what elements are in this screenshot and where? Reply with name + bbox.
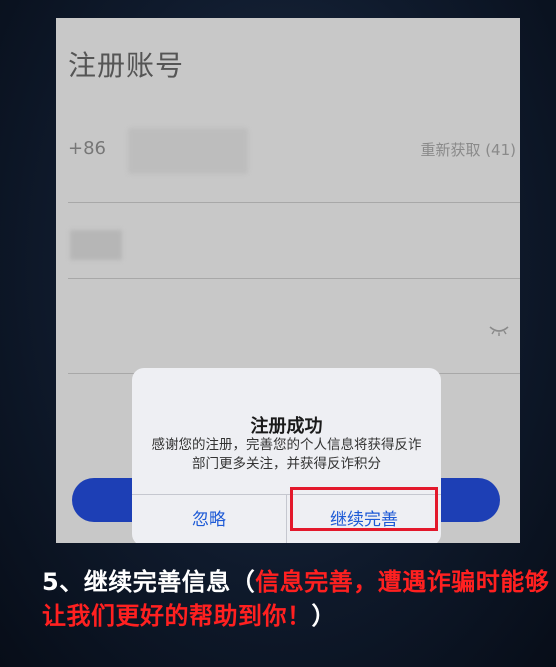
phone-number-field[interactable] — [128, 128, 248, 174]
resend-code-button[interactable]: 重新获取 (41) — [420, 139, 516, 160]
divider — [68, 278, 520, 279]
country-code[interactable]: +86 — [68, 138, 106, 159]
ignore-button[interactable]: 忽略 — [132, 494, 286, 543]
page-title: 注册账号 — [68, 49, 185, 82]
caption-closing: ） — [311, 602, 336, 630]
divider — [68, 202, 520, 203]
eye-closed-icon[interactable] — [488, 323, 510, 342]
dialog-message: 感谢您的注册，完善您的个人信息将获得反诈部门更多关注，并获得反诈积分 — [151, 437, 422, 472]
phone-screen: 注册账号 +86 重新获取 (41) 注册成功 感谢您的注册，完善您的个人信息将… — [56, 18, 520, 543]
instruction-caption: 5、继续完善信息（信息完善，遭遇诈骗时能够让我们更好的帮助到你！） — [42, 565, 550, 633]
dialog-title: 注册成功 — [250, 416, 323, 437]
verification-code-field[interactable] — [70, 230, 122, 260]
highlight-box — [290, 487, 438, 531]
caption-step: 5、继续完善信息（ — [42, 568, 256, 596]
